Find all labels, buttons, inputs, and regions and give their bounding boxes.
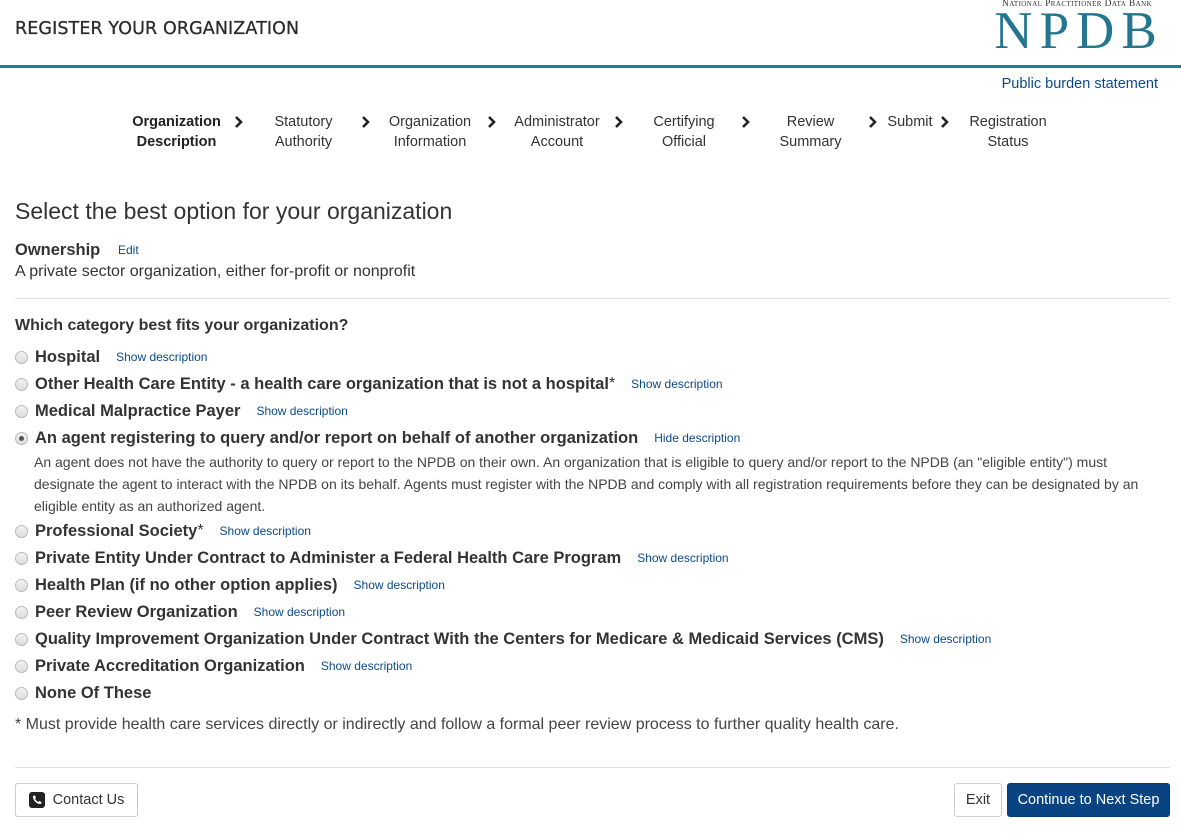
- step-registration-status: Registration Status: [962, 112, 1054, 152]
- category-question: Which category best fits your organizati…: [15, 317, 349, 334]
- option-medical-malpractice-payer[interactable]: Medical Malpractice Payer Show descripti…: [15, 400, 348, 422]
- radio-button[interactable]: [15, 377, 28, 391]
- option-professional-society[interactable]: Professional Society * Show description: [15, 520, 311, 542]
- page-header: REGISTER YOUR ORGANIZATION National Prac…: [0, 0, 1181, 68]
- section-divider: [15, 298, 1170, 299]
- option-label[interactable]: Health Plan (if no other option applies): [35, 576, 338, 595]
- logo-wordmark: NPDB: [994, 2, 1164, 60]
- chevron-right-icon: [235, 116, 243, 128]
- option-label[interactable]: Private Entity Under Contract to Adminis…: [35, 549, 621, 568]
- option-label[interactable]: An agent registering to query and/or rep…: [35, 429, 638, 448]
- app-title: REGISTER YOUR ORGANIZATION: [15, 19, 300, 39]
- contact-us-label: Contact Us: [52, 792, 125, 808]
- phone-icon: [28, 792, 45, 808]
- show-description-link[interactable]: Show description: [354, 578, 445, 592]
- ownership-label: Ownership: [15, 241, 101, 259]
- radio-button[interactable]: [15, 686, 28, 700]
- step-label-line1: Administrator: [514, 114, 600, 130]
- show-description-link[interactable]: Show description: [256, 404, 347, 418]
- radio-button[interactable]: [15, 632, 28, 646]
- option-private-accreditation-organization[interactable]: Private Accreditation Organization Show …: [15, 655, 412, 677]
- show-description-link[interactable]: Show description: [254, 605, 345, 619]
- step-label-line2: Account: [530, 134, 584, 150]
- option-health-plan[interactable]: Health Plan (if no other option applies)…: [15, 574, 445, 596]
- show-description-link[interactable]: Show description: [900, 632, 991, 646]
- option-quality-improvement-organization[interactable]: Quality Improvement Organization Under C…: [15, 628, 991, 650]
- hide-description-link[interactable]: Hide description: [654, 431, 740, 445]
- option-label[interactable]: Peer Review Organization: [35, 603, 238, 622]
- step-label-line1: Statutory: [274, 114, 333, 130]
- step-administrator-account: Administrator Account: [508, 112, 606, 152]
- step-label-line2: Information: [393, 134, 467, 150]
- radio-button[interactable]: [15, 524, 28, 538]
- asterisk-marker: *: [608, 375, 616, 392]
- continue-to-next-step-button[interactable]: Continue to Next Step: [1007, 783, 1170, 817]
- option-label[interactable]: Other Health Care Entity - a health care…: [35, 375, 609, 394]
- option-agent[interactable]: An agent registering to query and/or rep…: [15, 427, 740, 449]
- show-description-link[interactable]: Show description: [321, 659, 412, 673]
- radio-button[interactable]: [15, 404, 28, 418]
- option-hospital[interactable]: Hospital Show description: [15, 346, 207, 368]
- step-organization-information: Organization Information: [382, 112, 478, 152]
- option-label[interactable]: Professional Society: [35, 522, 197, 541]
- step-label-line1: Organization: [132, 114, 221, 130]
- chevron-right-icon: [742, 116, 750, 128]
- step-label-line1: Certifying: [653, 114, 715, 130]
- chevron-right-icon: [869, 116, 877, 128]
- option-label[interactable]: Private Accreditation Organization: [35, 657, 305, 676]
- step-label-line1: Organization: [388, 114, 472, 130]
- chevron-right-icon: [362, 116, 370, 128]
- footer-divider: [15, 767, 1170, 768]
- asterisk-marker: *: [197, 522, 204, 539]
- radio-button-selected[interactable]: [15, 431, 28, 445]
- show-description-link[interactable]: Show description: [220, 524, 311, 538]
- step-label-line2: Authority: [274, 134, 333, 150]
- step-label-line1: Review: [786, 114, 835, 130]
- show-description-link[interactable]: Show description: [637, 551, 728, 565]
- option-none-of-these[interactable]: None Of These: [15, 682, 151, 704]
- public-burden-link[interactable]: Public burden statement: [1002, 76, 1158, 92]
- page-heading: Select the best option for your organiza…: [15, 198, 453, 224]
- chevron-right-icon: [615, 116, 623, 128]
- option-label[interactable]: Quality Improvement Organization Under C…: [35, 630, 884, 649]
- step-label-line2: Summary: [779, 134, 842, 150]
- step-label-line2: Description: [136, 134, 217, 150]
- step-organization-description: Organization Description: [120, 112, 233, 152]
- step-submit: Submit: [885, 112, 935, 132]
- step-label-line2: Status: [987, 134, 1029, 150]
- exit-button[interactable]: Exit: [954, 783, 1002, 817]
- radio-button[interactable]: [15, 350, 28, 364]
- option-private-entity-federal-program[interactable]: Private Entity Under Contract to Adminis…: [15, 547, 729, 569]
- contact-us-button[interactable]: Contact Us: [15, 783, 138, 817]
- step-label-line1: Registration: [969, 114, 1047, 130]
- option-peer-review-organization[interactable]: Peer Review Organization Show descriptio…: [15, 601, 345, 623]
- radio-button[interactable]: [15, 551, 28, 565]
- option-other-health-care-entity[interactable]: Other Health Care Entity - a health care…: [15, 373, 723, 395]
- show-description-link[interactable]: Show description: [631, 377, 722, 391]
- chevron-right-icon: [488, 116, 496, 128]
- option-label[interactable]: None Of These: [35, 684, 151, 703]
- edit-ownership-link[interactable]: Edit: [118, 243, 139, 257]
- radio-button[interactable]: [15, 578, 28, 592]
- npdb-logo[interactable]: National Practitioner Data Bank NPDB: [986, 0, 1168, 62]
- step-label-line2: Official: [661, 134, 707, 150]
- radio-button[interactable]: [15, 605, 28, 619]
- option-label[interactable]: Medical Malpractice Payer: [35, 402, 240, 421]
- agent-description: An agent does not have the authority to …: [34, 454, 1139, 514]
- option-label[interactable]: Hospital: [35, 348, 100, 367]
- step-label-line1: Submit: [887, 114, 933, 130]
- chevron-right-icon: [941, 116, 949, 128]
- step-statutory-authority: Statutory Authority: [260, 112, 347, 152]
- step-certifying-official: Certifying Official: [640, 112, 728, 152]
- footnote: * Must provide health care services dire…: [15, 716, 899, 733]
- radio-button[interactable]: [15, 659, 28, 673]
- show-description-link[interactable]: Show description: [116, 350, 207, 364]
- ownership-value: A private sector organization, either fo…: [15, 263, 416, 280]
- step-review-summary: Review Summary: [768, 112, 853, 152]
